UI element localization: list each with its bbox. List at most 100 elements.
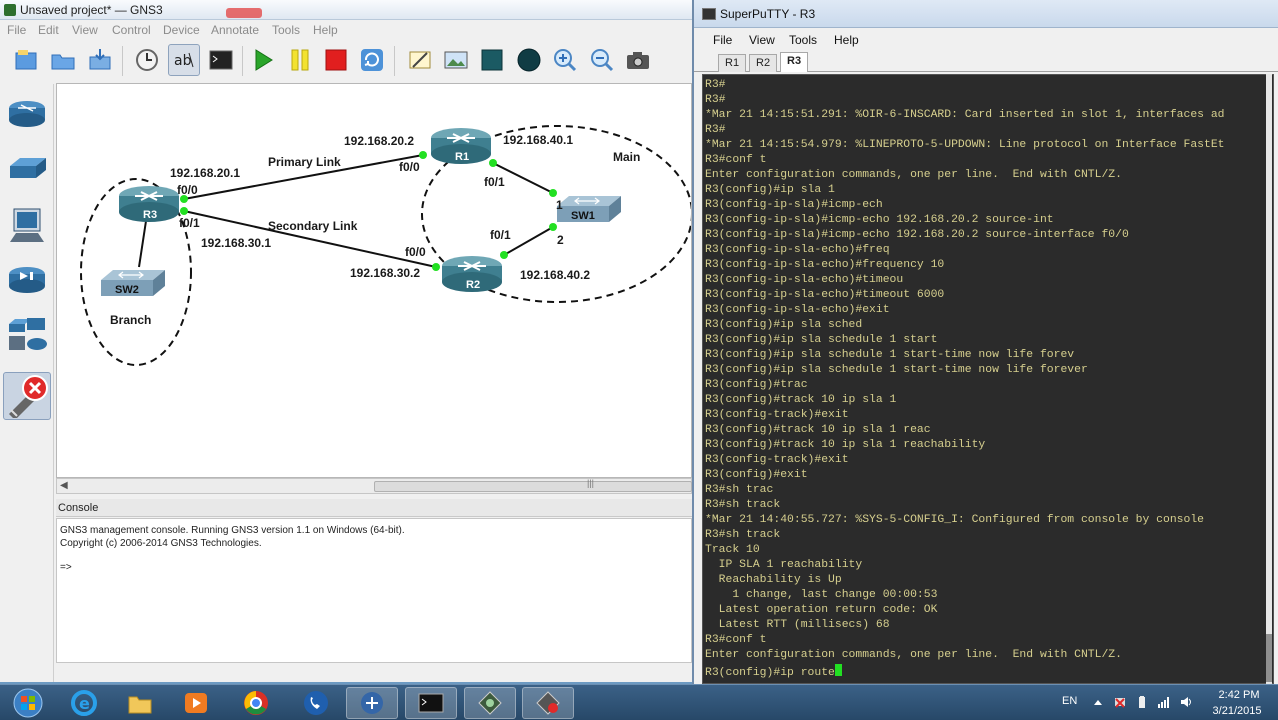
terminal-line: R3(config)#track 10 ip sla 1 reachabilit… — [705, 439, 986, 451]
media-player-icon[interactable] — [170, 687, 222, 719]
add-link-icon[interactable] — [3, 372, 51, 420]
terminal-line: R3(config)#track 10 ip sla 1 reac — [705, 424, 931, 436]
tab-r1[interactable]: R1 — [718, 54, 747, 72]
menu-file[interactable]: File — [7, 23, 26, 37]
start-button[interactable] — [2, 687, 54, 719]
menu-help[interactable]: Help — [313, 23, 338, 37]
svg-text:SW2: SW2 — [115, 284, 139, 296]
scrollbar-grip-icon: ||| — [587, 478, 595, 488]
reload-icon[interactable] — [356, 44, 388, 76]
terminal-scrollbar[interactable] — [1266, 74, 1272, 684]
input-language-indicator[interactable]: EN — [1062, 695, 1077, 707]
all-devices-icon[interactable] — [3, 310, 51, 358]
phone-app-icon[interactable] — [290, 687, 342, 719]
putty-menu-tools[interactable]: Tools — [789, 33, 817, 47]
menu-view[interactable]: View — [72, 23, 98, 37]
chrome-icon[interactable] — [230, 687, 282, 719]
draw-ellipse-icon[interactable] — [513, 44, 545, 76]
svg-text:ab: ab — [174, 53, 192, 69]
zoom-in-icon[interactable] — [549, 44, 581, 76]
putty-menu-view[interactable]: View — [749, 33, 775, 47]
menu-annotate[interactable]: Annotate — [211, 23, 259, 37]
save-project-icon[interactable] — [84, 44, 116, 76]
new-project-icon[interactable] — [10, 44, 42, 76]
superputty-menubar: File View Tools Help — [694, 29, 1278, 51]
zoom-out-icon[interactable] — [586, 44, 618, 76]
terminal-scrollbar-thumb[interactable] — [1266, 634, 1272, 682]
terminal-line: R3(config-track)#exit — [705, 454, 849, 466]
menu-edit[interactable]: Edit — [38, 23, 59, 37]
terminal-line: R3#sh track — [705, 529, 781, 541]
r2-sw1-link-line — [503, 226, 554, 256]
terminal-line: R3(config)#track 10 ip sla 1 — [705, 394, 897, 406]
label-sw1-port1: 1 — [556, 198, 563, 212]
stop-icon[interactable] — [320, 44, 352, 76]
end-devices-icon[interactable] — [3, 202, 51, 250]
network-tool-taskbar-icon[interactable] — [522, 687, 574, 719]
battery-icon[interactable] — [1136, 696, 1148, 708]
show-hidden-icons-icon[interactable] — [1092, 696, 1104, 708]
gns3-taskbar-icon[interactable] — [464, 687, 516, 719]
putty-menu-file[interactable]: File — [713, 33, 732, 47]
superputty-app-icon — [702, 8, 716, 20]
terminal-line: IP SLA 1 reachability — [705, 559, 863, 571]
svg-text:R2: R2 — [466, 279, 480, 291]
terminal-r3[interactable]: R3# R3# *Mar 21 14:15:51.291: %OIR-6-INS… — [702, 74, 1274, 684]
superputty-window-title: SuperPuTTY - R3 — [720, 7, 816, 21]
superputty-taskbar-icon[interactable] — [346, 687, 398, 719]
add-note-icon[interactable] — [404, 44, 436, 76]
terminal-line: R3(config)#trac — [705, 379, 808, 391]
show-interface-labels-icon[interactable]: ab — [168, 44, 200, 76]
menu-control[interactable]: Control — [112, 23, 151, 37]
terminal-line: R3(config-ip-sla-echo)#exit — [705, 304, 890, 316]
network-icon[interactable] — [1158, 696, 1170, 708]
security-devices-icon[interactable] — [3, 256, 51, 304]
routers-icon[interactable] — [3, 90, 51, 138]
scroll-left-arrow-icon[interactable]: ◀ — [60, 480, 68, 491]
superputty-titlebar[interactable]: SuperPuTTY - R3 — [694, 0, 1278, 28]
terminal-line: R3(config)#ip sla schedule 1 start-time … — [705, 349, 1075, 361]
network-warning-icon[interactable] — [1114, 696, 1126, 708]
console-line: Copyright (c) 2006-2014 GNS3 Technologie… — [60, 538, 262, 549]
label-r1-f01: f0/1 — [484, 175, 505, 189]
topology-canvas[interactable]: R3 R1 R2 SW1 SW2 192.168.20.1 f0/0 f0/1 … — [56, 83, 692, 478]
clock-date[interactable]: 3/21/2015 — [1206, 705, 1268, 717]
terminal-line: R3#sh trac — [705, 484, 774, 496]
insert-picture-icon[interactable] — [440, 44, 472, 76]
snapshot-icon[interactable] — [131, 44, 163, 76]
open-project-icon[interactable] — [47, 44, 79, 76]
console-output[interactable]: GNS3 management console. Running GNS3 ve… — [56, 518, 692, 663]
start-icon[interactable] — [247, 44, 279, 76]
canvas-horizontal-scrollbar[interactable]: ◀ ||| — [56, 478, 692, 494]
gns3-titlebar[interactable]: Unsaved project* — GNS3 — [0, 0, 700, 20]
terminal-line: Enter configuration commands, one per li… — [705, 169, 1122, 181]
terminal-current-line: R3(config)#ip route — [705, 664, 842, 679]
label-main-area: Main — [613, 150, 641, 164]
file-explorer-icon[interactable] — [114, 687, 166, 719]
title-highlight-mark — [226, 8, 262, 18]
switches-icon[interactable] — [3, 144, 51, 192]
terminal-line: 1 change, last change 00:00:53 — [705, 589, 938, 601]
tab-r3[interactable]: R3 — [780, 52, 809, 72]
console-line: GNS3 management console. Running GNS3 ve… — [60, 525, 405, 536]
clock-time[interactable]: 2:42 PM — [1210, 689, 1268, 701]
putty-menu-help[interactable]: Help — [834, 33, 859, 47]
tab-r2[interactable]: R2 — [749, 54, 778, 72]
terminal-line: R3(config-ip-sla)#icmp-echo 192.168.20.2… — [705, 214, 1054, 226]
terminal-line: R3#conf t — [705, 154, 767, 166]
menu-tools[interactable]: Tools — [272, 23, 300, 37]
draw-rectangle-icon[interactable] — [476, 44, 508, 76]
volume-icon[interactable] — [1180, 696, 1192, 708]
menu-device[interactable]: Device — [163, 23, 200, 37]
scrollbar-thumb[interactable] — [374, 481, 692, 492]
console-all-icon[interactable] — [205, 44, 237, 76]
gns3-window: Unsaved project* — GNS3 File Edit View C… — [0, 0, 700, 682]
label-r2-f00: f0/0 — [405, 245, 426, 259]
terminal-taskbar-icon[interactable] — [405, 687, 457, 719]
console-dock-header: Console — [56, 499, 692, 517]
console-prompt[interactable]: => — [60, 562, 72, 573]
suspend-icon[interactable] — [284, 44, 316, 76]
screenshot-icon[interactable] — [622, 44, 654, 76]
label-branch-area: Branch — [110, 313, 152, 327]
internet-explorer-icon[interactable]: e — [58, 687, 110, 719]
